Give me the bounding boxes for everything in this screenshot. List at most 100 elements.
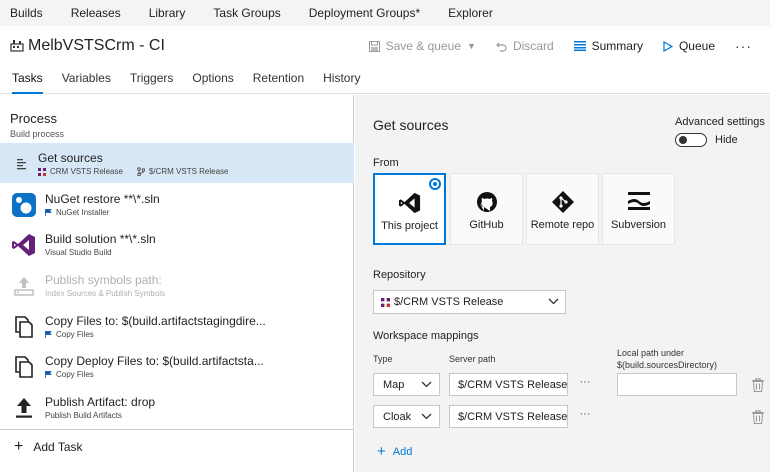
delete-icon[interactable] <box>752 378 764 392</box>
task-copy-deploy-files[interactable]: Copy Deploy Files to: $(build.artifactst… <box>0 346 354 386</box>
tab-retention[interactable]: Retention <box>253 66 304 94</box>
queue-label: Queue <box>678 39 715 53</box>
source-label: GitHub <box>469 219 504 231</box>
col-type-header: Type <box>373 354 393 364</box>
nav-releases[interactable]: Releases <box>71 6 121 20</box>
source-subversion[interactable]: Subversion <box>602 173 675 245</box>
flag-icon <box>45 331 52 338</box>
chevron-down-icon <box>421 381 432 388</box>
advanced-settings-toggle[interactable] <box>675 133 707 147</box>
list-icon <box>573 41 586 51</box>
col-local-header-1: Local path under <box>617 348 685 358</box>
chevron-down-icon <box>548 298 559 305</box>
task-type: Publish Build Artifacts <box>45 411 122 420</box>
copy-files-icon <box>12 355 36 379</box>
task-subtitle: CRM VSTS Release $/CRM VSTS Release <box>38 167 229 176</box>
tab-variables[interactable]: Variables <box>62 66 111 94</box>
col-local-header-2: $(build.sourcesDirectory) <box>617 360 718 370</box>
undo-icon <box>496 42 507 52</box>
add-task-button[interactable]: + Add Task <box>0 429 354 463</box>
server-path-input[interactable]: $/CRM VSTS Release.. <box>449 405 568 428</box>
source-remote-repo[interactable]: Remote repo <box>526 173 599 245</box>
nuget-icon <box>12 193 36 217</box>
nav-deployment-groups[interactable]: Deployment Groups* <box>309 6 420 20</box>
tab-history[interactable]: History <box>323 66 360 94</box>
chevron-down-icon: ▼ <box>467 41 476 51</box>
task-name: Publish Artifact: drop <box>45 395 156 409</box>
save-queue-button[interactable]: Save & queue ▼ <box>368 39 476 53</box>
task-name: Copy Files to: $(build.artifactstagingdi… <box>45 314 266 328</box>
from-label: From <box>373 157 399 169</box>
task-subtitle: Visual Studio Build <box>45 248 112 257</box>
add-mapping-button[interactable]: + Add <box>377 443 412 460</box>
col-server-header: Server path <box>449 354 496 364</box>
process-subtitle: Build process <box>10 129 65 139</box>
browse-server-path-button[interactable]: ··· <box>573 405 597 427</box>
advanced-settings-label: Advanced settings <box>675 116 765 128</box>
task-type: Index Sources & Publish Symbols <box>45 289 166 298</box>
tab-tasks[interactable]: Tasks <box>12 66 43 94</box>
flag-icon <box>45 209 52 216</box>
source-label: Remote repo <box>530 219 595 231</box>
git-icon <box>527 191 598 213</box>
task-publish-artifact[interactable]: Publish Artifact: drop Publish Build Art… <box>0 387 354 427</box>
browse-server-path-button[interactable]: ··· <box>573 373 597 395</box>
selected-radio-icon <box>429 178 441 190</box>
task-name: Publish symbols path: <box>45 273 162 287</box>
task-name: Get sources <box>38 151 103 165</box>
task-publish-symbols[interactable]: Publish symbols path: Index Sources & Pu… <box>0 265 354 305</box>
repository-select[interactable]: $/CRM VSTS Release <box>373 290 566 314</box>
server-path-input[interactable]: $/CRM VSTS Release <box>449 373 568 396</box>
server-path-value: $/CRM VSTS Release <box>458 379 568 391</box>
chevron-down-icon <box>421 413 432 420</box>
task-subtitle: Copy Files <box>45 370 94 379</box>
task-type: Copy Files <box>56 370 94 379</box>
task-type: NuGet Installer <box>56 208 110 217</box>
tab-triggers[interactable]: Triggers <box>130 66 174 94</box>
nav-task-groups[interactable]: Task Groups <box>213 6 280 20</box>
panel-title: Get sources <box>373 117 449 133</box>
workspace-mappings-label: Workspace mappings <box>373 330 479 342</box>
branch-icon <box>137 167 145 176</box>
nav-builds[interactable]: Builds <box>10 6 43 20</box>
page-header: MelbVSTSCrm - CI Save & queue ▼ Discard <box>0 26 770 66</box>
mapping-type-value: Cloak <box>383 411 412 423</box>
source-github[interactable]: GitHub <box>450 173 523 245</box>
source-this-project[interactable]: This project <box>373 173 446 245</box>
queue-button[interactable]: Queue <box>663 39 715 53</box>
task-list-panel: Process Build process Get sources CRM VS… <box>0 95 354 472</box>
mapping-type-select[interactable]: Map <box>373 373 440 396</box>
toggle-state-label: Hide <box>715 134 738 146</box>
task-subtitle: NuGet Installer <box>45 208 109 217</box>
summary-button[interactable]: Summary <box>573 39 643 53</box>
copy-files-icon <box>12 315 36 339</box>
task-subtitle: Publish Build Artifacts <box>45 411 122 420</box>
tab-bar: Tasks Variables Triggers Options Retenti… <box>0 66 770 94</box>
repository-label: Repository <box>373 269 426 281</box>
local-path-input[interactable] <box>617 373 737 396</box>
nav-explorer[interactable]: Explorer <box>448 6 493 20</box>
project-icon <box>381 297 390 307</box>
delete-icon[interactable] <box>752 410 764 424</box>
task-nuget-restore[interactable]: NuGet restore **\*.sln NuGet Installer <box>0 184 354 224</box>
mapping-type-select[interactable]: Cloak <box>373 405 440 428</box>
more-actions-button[interactable]: ··· <box>735 38 752 54</box>
task-get-sources[interactable]: Get sources CRM VSTS Release $/CRM VSTS … <box>0 143 354 183</box>
nav-library[interactable]: Library <box>149 6 186 20</box>
task-type: Copy Files <box>56 330 94 339</box>
top-nav: Builds Releases Library Task Groups Depl… <box>0 0 770 26</box>
task-subtitle: Index Sources & Publish Symbols <box>45 289 165 298</box>
source-label: Subversion <box>610 219 667 231</box>
tab-options[interactable]: Options <box>192 66 233 94</box>
source-label: This project <box>381 220 438 232</box>
subversion-icon <box>603 191 674 213</box>
process-header[interactable]: Process Build process <box>10 111 64 139</box>
plus-icon: + <box>377 443 386 460</box>
add-task-label: Add Task <box>33 439 83 454</box>
task-type: Visual Studio Build <box>45 248 112 257</box>
summary-label: Summary <box>591 39 643 53</box>
discard-label: Discard <box>512 39 554 53</box>
task-build-solution[interactable]: Build solution **\*.sln Visual Studio Bu… <box>0 224 354 264</box>
discard-button[interactable]: Discard <box>496 39 554 53</box>
task-copy-files[interactable]: Copy Files to: $(build.artifactstagingdi… <box>0 306 354 346</box>
